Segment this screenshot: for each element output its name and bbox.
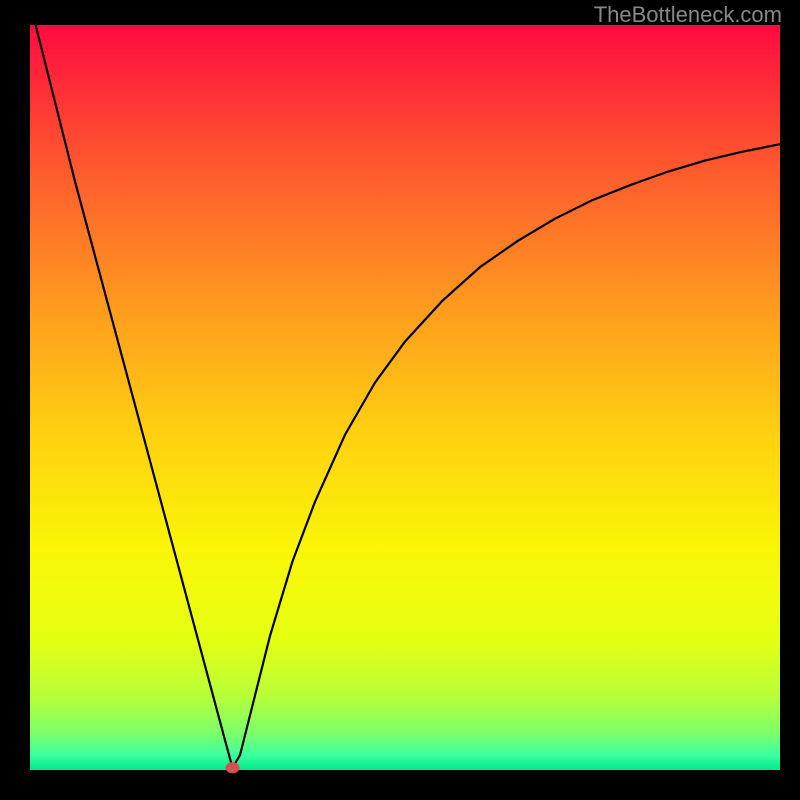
- bottleneck-chart: TheBottleneck.com: [0, 0, 800, 800]
- plot-background: [30, 25, 780, 770]
- minimum-marker: [226, 762, 240, 773]
- watermark-text: TheBottleneck.com: [594, 2, 782, 28]
- chart-svg: [0, 0, 800, 800]
